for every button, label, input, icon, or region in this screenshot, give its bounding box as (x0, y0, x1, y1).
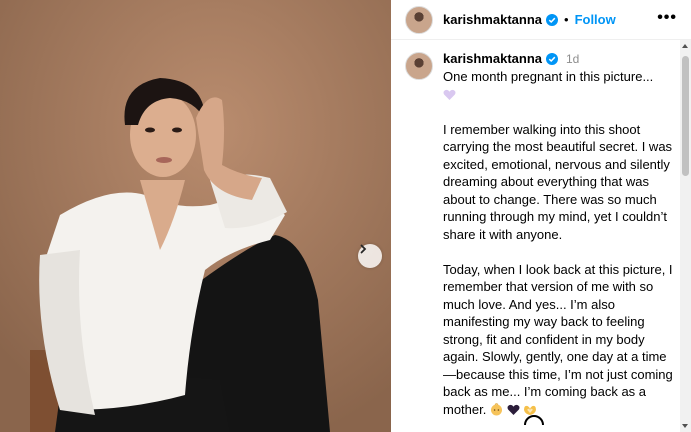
avatar[interactable] (405, 5, 433, 34)
post-time[interactable]: 1d (566, 52, 579, 66)
black-heart-emoji (507, 404, 520, 415)
follow-button[interactable]: Follow (575, 12, 616, 27)
baby-emoji (490, 402, 502, 415)
verified-badge-icon (546, 13, 558, 26)
caption-scrollbar[interactable] (680, 40, 691, 432)
header-username[interactable]: karishmaktanna (443, 12, 542, 27)
caption-section: karishmaktanna 1d One month pregnant in … (391, 40, 691, 432)
scroll-thumb[interactable] (682, 56, 689, 176)
caption-avatar[interactable] (405, 52, 433, 80)
chevron-right-icon (360, 244, 367, 254)
heart-hands-emoji (524, 405, 537, 415)
scroll-down-arrow-icon[interactable] (682, 424, 688, 428)
post-header: karishmaktanna • Follow ••• (391, 0, 691, 40)
caption-paragraph-3: Today, when I look back at this picture,… (443, 261, 678, 419)
caption-line-3: Today, when I look back at this picture,… (443, 261, 673, 417)
caption-author: karishmaktanna 1d (443, 51, 579, 66)
photo-illustration (0, 0, 391, 432)
caption-line-1: One month pregnant in this picture... (443, 69, 654, 84)
post-details-pane: karishmaktanna • Follow ••• karishmaktan… (391, 0, 691, 432)
header-separator: • (564, 12, 569, 27)
next-photo-button[interactable] (358, 244, 382, 268)
verified-badge-icon (546, 52, 558, 65)
caption-paragraph-1: One month pregnant in this picture... (443, 68, 678, 103)
light-purple-heart-emoji (443, 89, 456, 100)
scroll-up-arrow-icon[interactable] (682, 44, 688, 48)
post-image[interactable] (0, 0, 391, 432)
more-options-icon[interactable]: ••• (657, 10, 677, 26)
caption-text: One month pregnant in this picture... I … (443, 68, 678, 432)
caption-paragraph-2: I remember walking into this shoot carry… (443, 121, 673, 242)
caption-username[interactable]: karishmaktanna (443, 51, 542, 66)
